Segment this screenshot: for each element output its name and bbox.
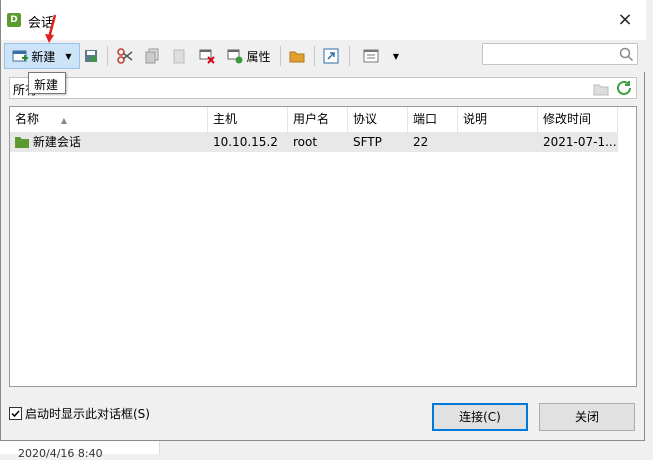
delete-icon — [199, 48, 215, 64]
session-host-cell: 10.10.15.2 — [213, 135, 278, 149]
new-session-label: 新建 — [31, 49, 56, 64]
sort-ascending-icon: ▲ — [60, 116, 67, 125]
toolbar-separator — [349, 46, 350, 66]
new-session-button[interactable]: 新建 ▼ — [4, 43, 80, 69]
column-header-modified[interactable]: 修改时间 — [538, 107, 618, 132]
column-header-description[interactable]: 说明 — [458, 107, 538, 132]
new-session-icon — [12, 48, 29, 64]
paste-button[interactable] — [169, 43, 189, 69]
cut-button[interactable] — [115, 43, 135, 69]
tooltip: 新建 — [28, 72, 66, 94]
session-description-cell — [458, 132, 538, 152]
column-header-protocol[interactable]: 协议 — [348, 107, 408, 132]
toolbar-separator — [107, 46, 108, 66]
properties-button[interactable]: 属性 — [225, 43, 273, 69]
background-window-strip: 2020/4/16 8:40 — [0, 441, 160, 460]
view-menu-button[interactable]: ▼ — [357, 43, 405, 69]
copy-button[interactable] — [142, 43, 162, 69]
table-row[interactable]: 新建会话 10.10.15.2 root SFTP 22 2021-07-1..… — [10, 132, 618, 152]
save-session-button[interactable] — [81, 43, 101, 69]
session-name: 新建会话 — [32, 135, 81, 149]
session-dialog: D 会话 × 新建 ▼ 属性 ▼ 所有 名称 ▲ 主机 用户名 协议 端口 说明… — [0, 0, 646, 441]
show-on-startup-checkbox[interactable]: 启动时显示此对话框(S) — [9, 405, 150, 422]
search-icon — [619, 47, 634, 62]
session-name-cell: 新建会话 — [10, 132, 208, 152]
properties-icon — [227, 48, 243, 64]
new-folder-button[interactable] — [287, 43, 307, 69]
session-list[interactable]: 名称 ▲ 主机 用户名 协议 端口 说明 修改时间 新建会话 10.10.15.… — [9, 106, 637, 387]
column-header-host[interactable]: 主机 — [208, 107, 288, 132]
session-user-cell: root — [293, 135, 318, 149]
connect-button[interactable]: 连接(C) — [432, 403, 528, 431]
show-on-startup-label: 启动时显示此对话框(S) — [25, 407, 150, 421]
shortcut-icon — [323, 48, 339, 64]
folder-up-icon[interactable] — [593, 82, 609, 96]
toolbar-separator — [280, 46, 281, 66]
checkbox-box[interactable] — [9, 407, 22, 420]
properties-label: 属性 — [246, 49, 271, 64]
list-view-icon — [363, 48, 379, 64]
folder-icon — [289, 48, 305, 64]
delete-button[interactable] — [197, 43, 217, 69]
column-header-label: 名称 — [15, 112, 40, 126]
session-protocol-cell: SFTP — [353, 135, 382, 149]
folder-path-bar[interactable]: 所有 — [9, 77, 637, 99]
column-header-port[interactable]: 端口 — [408, 107, 458, 132]
scissors-icon — [117, 48, 133, 64]
save-icon — [83, 48, 99, 64]
paste-icon — [171, 48, 187, 64]
session-icon — [15, 134, 29, 148]
shortcut-button[interactable] — [321, 43, 341, 69]
search-input[interactable] — [482, 43, 638, 65]
refresh-icon[interactable] — [616, 80, 633, 97]
annotation-arrow — [44, 14, 58, 44]
session-modified-cell: 2021-07-1... — [543, 135, 617, 149]
title-bar: D 会话 × — [1, 0, 646, 40]
copy-icon — [144, 48, 160, 64]
close-button[interactable]: 关闭 — [539, 403, 635, 431]
column-header-name[interactable]: 名称 ▲ — [10, 107, 208, 132]
session-port-cell: 22 — [413, 135, 429, 149]
app-icon: D — [7, 13, 21, 27]
toolbar-separator — [314, 46, 315, 66]
chevron-down-icon[interactable]: ▼ — [65, 52, 71, 61]
close-window-button[interactable]: × — [612, 9, 638, 31]
chevron-down-icon: ▼ — [392, 51, 400, 61]
column-header-user[interactable]: 用户名 — [288, 107, 348, 132]
